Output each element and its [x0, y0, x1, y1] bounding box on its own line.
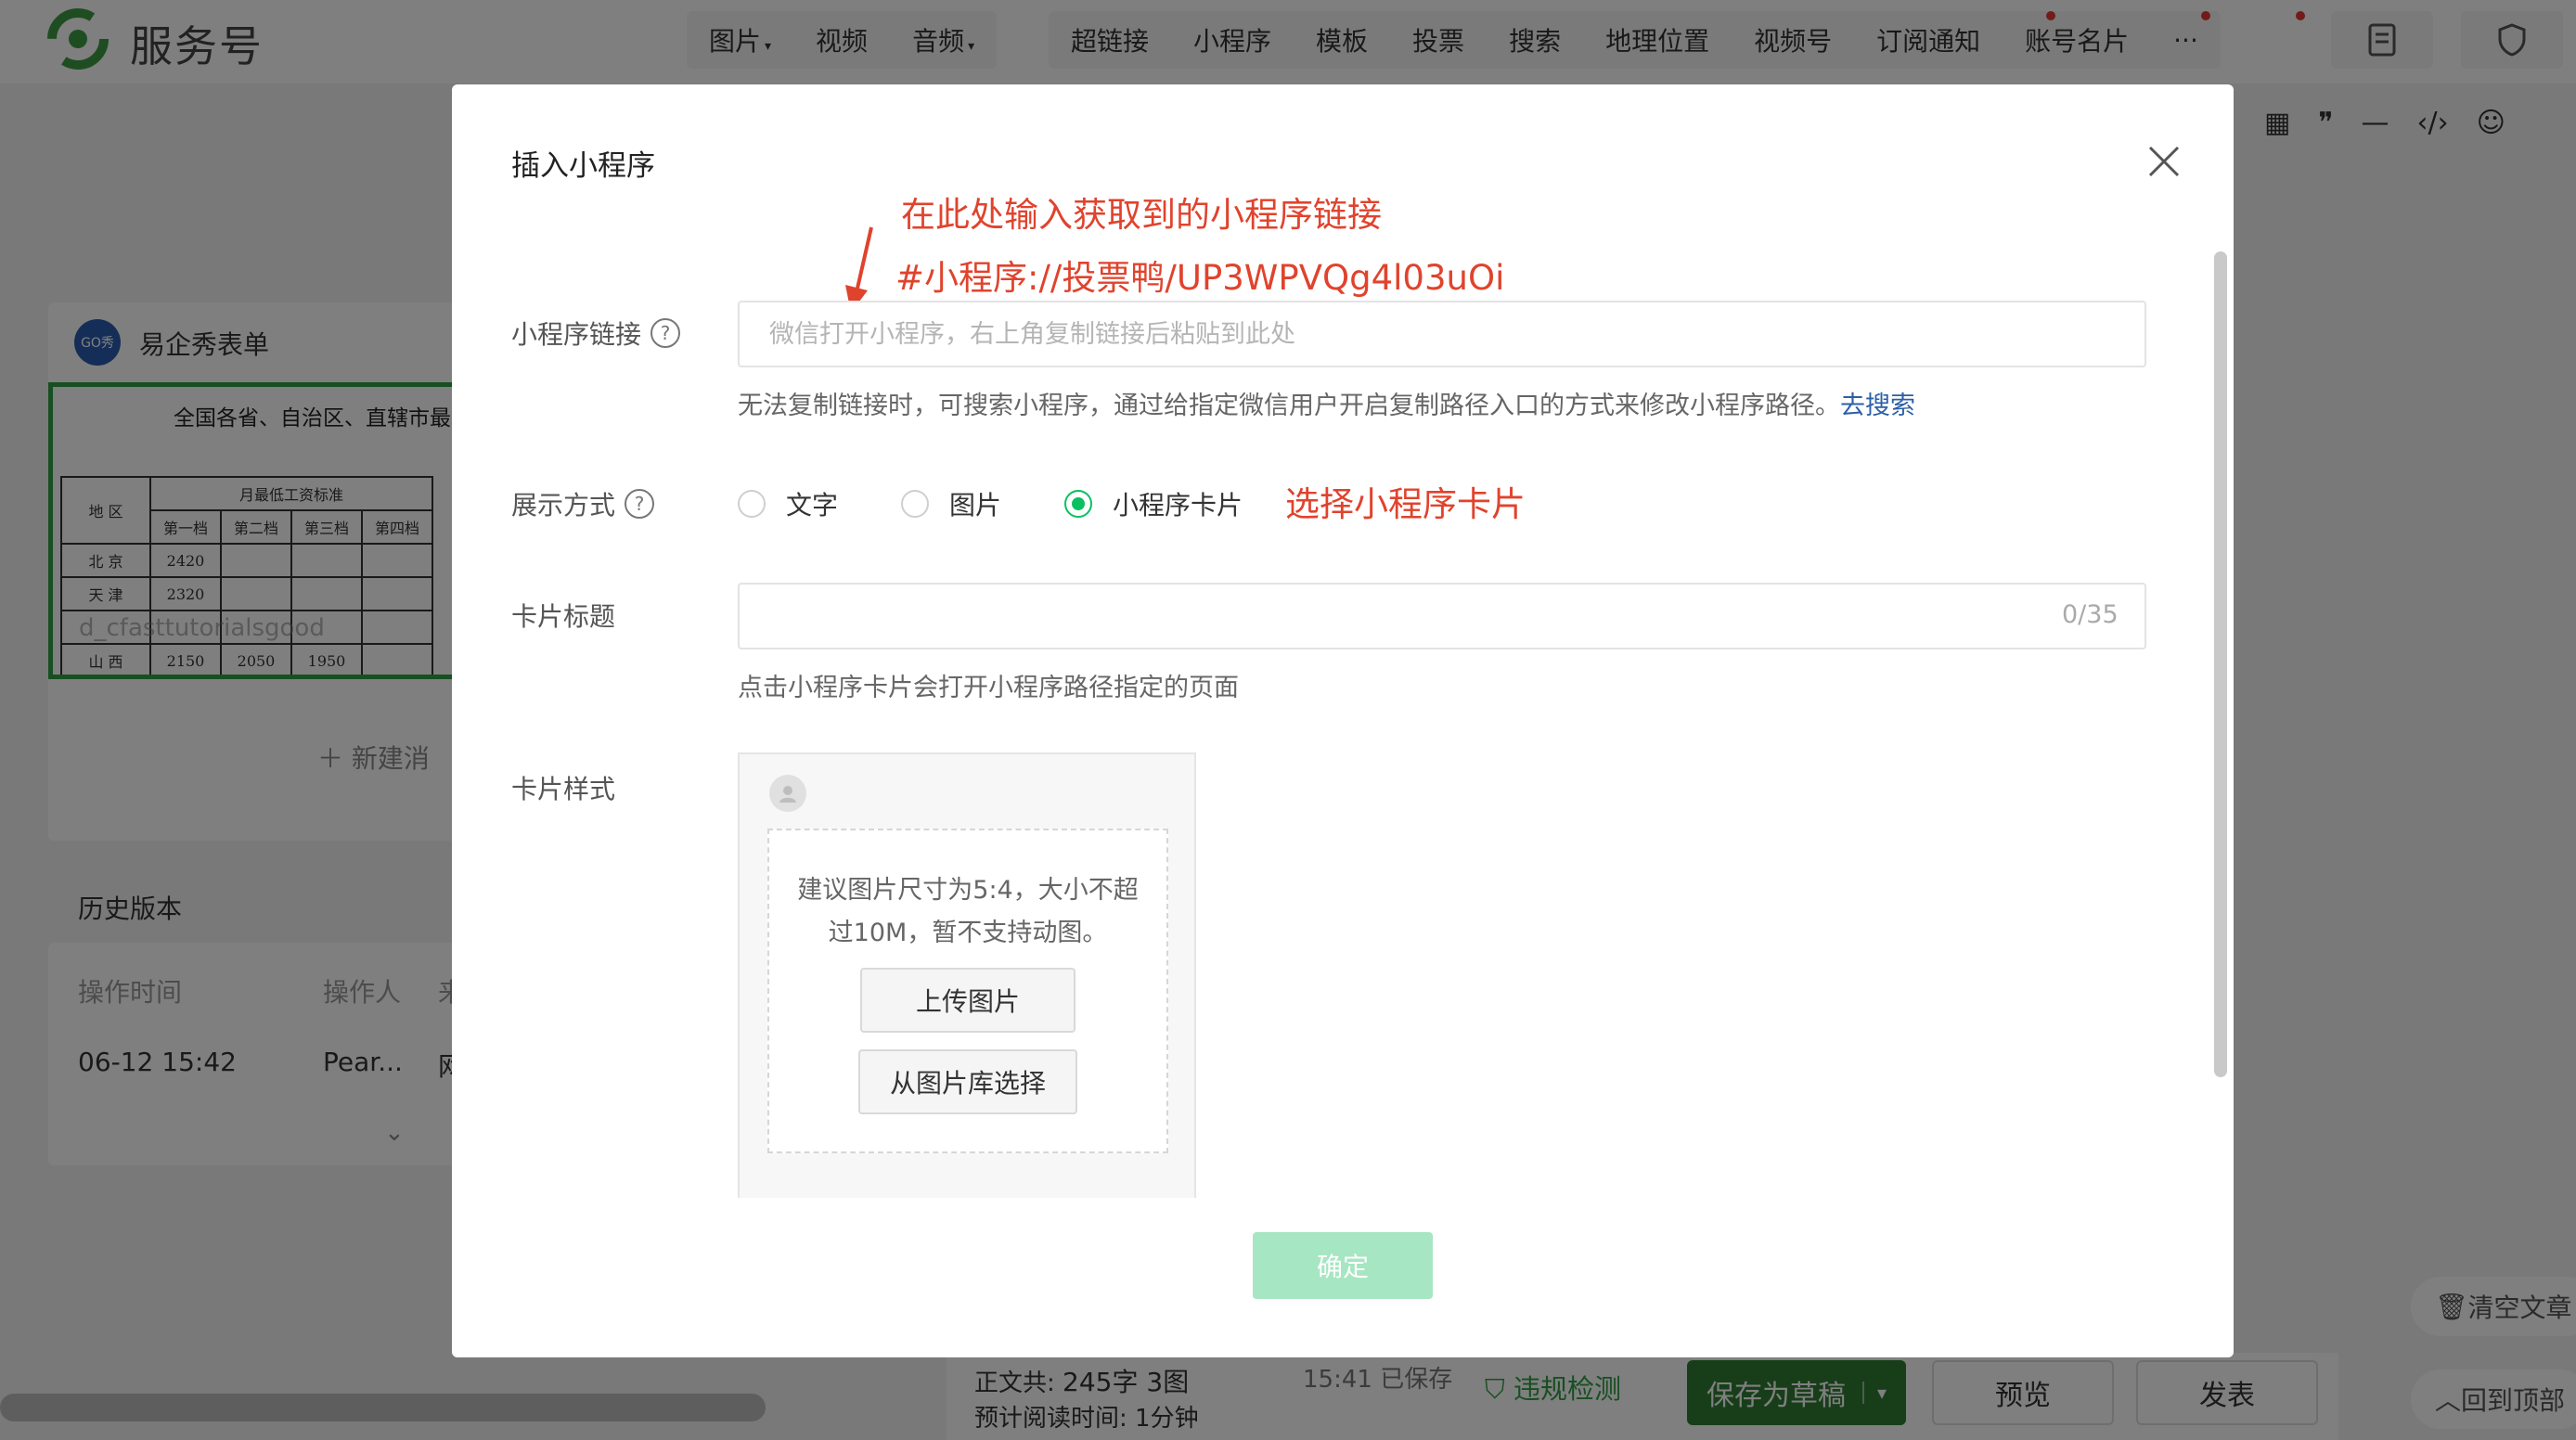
- upload-tip: 建议图片尺寸为5:4，大小不超 过10M，暂不支持动图。: [797, 876, 1139, 947]
- display-option-image[interactable]: 图片: [901, 485, 1001, 522]
- search-link[interactable]: 去搜索: [1840, 392, 1915, 420]
- confirm-button[interactable]: 确定: [1253, 1232, 1433, 1299]
- help-icon[interactable]: ?: [650, 318, 681, 348]
- radio-button[interactable]: [901, 490, 929, 518]
- avatar-placeholder-icon: [769, 775, 806, 812]
- upload-image-button[interactable]: 上传图片: [860, 968, 1075, 1033]
- card-title-label: 卡片标题: [511, 601, 616, 632]
- annotation-select-card: 选择小程序卡片: [1285, 484, 1526, 524]
- display-mode-label: 展示方式 ?: [511, 485, 655, 522]
- display-option-card[interactable]: 小程序卡片: [1064, 485, 1243, 522]
- dialog-scrollbar[interactable]: [2214, 251, 2227, 1077]
- dialog-title: 插入小程序: [511, 149, 655, 183]
- card-title-input[interactable]: [738, 583, 2146, 649]
- miniprogram-link-input[interactable]: [738, 301, 2146, 367]
- choose-from-library-button[interactable]: 从图片库选择: [858, 1049, 1077, 1114]
- radio-button[interactable]: [738, 490, 766, 518]
- annotation-enter-link: 在此处输入获取到的小程序链接: [901, 195, 1382, 235]
- help-icon[interactable]: ?: [625, 489, 655, 519]
- image-upload-zone: 建议图片尺寸为5:4，大小不超 过10M，暂不支持动图。 上传图片 从图片库选择: [767, 829, 1168, 1153]
- radio-button-selected[interactable]: [1064, 490, 1092, 518]
- link-hint: 无法复制链接时，可搜索小程序，通过给指定微信用户开启复制路径入口的方式来修改小程…: [738, 392, 1915, 420]
- annotation-link-example: #小程序://投票鸭/UP3WPVQg4l03uOi: [895, 258, 1505, 298]
- close-icon[interactable]: [2141, 138, 2187, 185]
- card-style-label: 卡片样式: [511, 774, 616, 804]
- display-option-text[interactable]: 文字: [738, 485, 838, 522]
- link-label: 小程序链接 ?: [511, 315, 681, 352]
- insert-miniprogram-dialog: 插入小程序 在此处输入获取到的小程序链接 #小程序://投票鸭/UP3WPVQg…: [452, 84, 2234, 1357]
- card-title-hint: 点击小程序卡片会打开小程序路径指定的页面: [738, 674, 1239, 702]
- char-counter: 0/35: [2062, 600, 2119, 629]
- card-preview: 建议图片尺寸为5:4，大小不超 过10M，暂不支持动图。 上传图片 从图片库选择: [738, 752, 1196, 1198]
